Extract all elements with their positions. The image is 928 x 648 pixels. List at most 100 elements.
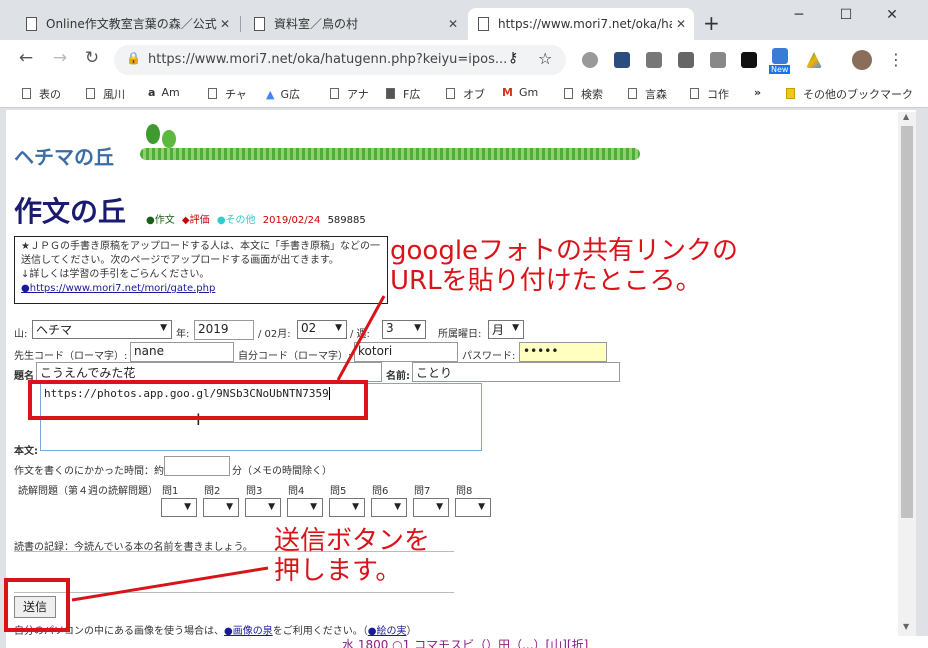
bookmark-item[interactable]: F広 bbox=[386, 86, 420, 102]
question-select[interactable]: ▼ bbox=[161, 498, 197, 517]
question-select[interactable]: ▼ bbox=[203, 498, 239, 517]
page-icon bbox=[22, 88, 31, 99]
address-bar[interactable]: 🔒 https://www.mori7.net/oka/hatugenn.php… bbox=[114, 45, 566, 75]
tab-2[interactable]: 資料室／鳥の村 ✕ bbox=[244, 8, 466, 40]
bookmark-item[interactable]: 風川 bbox=[86, 86, 125, 102]
bookmark-item[interactable]: オブ bbox=[446, 86, 485, 102]
time-input[interactable] bbox=[164, 456, 230, 476]
bookmark-item[interactable]: アナ bbox=[330, 86, 369, 102]
other-bookmarks-folder[interactable]: その他のブックマーク bbox=[786, 86, 913, 102]
year-input[interactable]: 2019 bbox=[194, 320, 254, 340]
yama-select[interactable]: ヘチマ ▼ bbox=[32, 320, 172, 339]
chevron-down-icon: ▼ bbox=[184, 502, 191, 512]
nav-sonota[interactable]: ●その他 bbox=[217, 215, 256, 226]
new-extension-icon[interactable] bbox=[772, 48, 788, 64]
nav-sakubun[interactable]: ●作文 bbox=[146, 215, 175, 226]
bookmark-item[interactable]: M Gm bbox=[502, 86, 538, 99]
page-icon bbox=[564, 88, 573, 99]
year-label: 年: bbox=[176, 329, 190, 340]
forward-icon[interactable]: → bbox=[48, 48, 72, 68]
essay-title-input[interactable]: こうえんでみた花 bbox=[36, 362, 382, 382]
bookmark-item[interactable]: a Am bbox=[148, 86, 180, 99]
page-icon bbox=[254, 17, 265, 31]
self-code-input[interactable]: kotori bbox=[354, 342, 458, 362]
title-bar: Online作文教室言葉の森／公式 ✕ 資料室／鳥の村 ✕ https://ww… bbox=[0, 0, 928, 40]
more-bookmarks-chevron[interactable]: » bbox=[754, 86, 761, 99]
teacher-code-input[interactable]: nane bbox=[130, 342, 234, 362]
month-select[interactable]: 02 ▼ bbox=[297, 320, 347, 339]
page-icon bbox=[446, 88, 455, 99]
password-input[interactable]: ••••• bbox=[519, 342, 607, 362]
question-label: 問5 bbox=[330, 486, 347, 497]
code-extension-icon[interactable] bbox=[710, 52, 726, 68]
star-icon[interactable]: ☆ bbox=[538, 49, 552, 68]
save-icon bbox=[386, 88, 395, 99]
bookmarks-bar: 表の 風川 a Am チャ ▲ G広 アナ F広 オブ M Gm 検索 言森 コ作 »… bbox=[0, 80, 928, 108]
new-tab-button[interactable]: + bbox=[703, 11, 720, 35]
question-select[interactable]: ▼ bbox=[287, 498, 323, 517]
minimize-button[interactable]: ─ bbox=[782, 4, 816, 26]
yama-label: 山: bbox=[14, 329, 28, 340]
maximize-button[interactable]: ☐ bbox=[829, 4, 863, 26]
close-window-button[interactable]: ✕ bbox=[875, 4, 909, 26]
tab-1[interactable]: Online作文教室言葉の森／公式 ✕ bbox=[16, 8, 238, 40]
play-extension-icon[interactable] bbox=[741, 52, 757, 68]
question-select[interactable]: ▼ bbox=[413, 498, 449, 517]
scroll-down-icon[interactable]: ▼ bbox=[903, 622, 909, 631]
extension-icon[interactable] bbox=[678, 52, 694, 68]
scroll-thumb[interactable] bbox=[901, 126, 913, 518]
key-icon[interactable]: ⚷ bbox=[508, 50, 518, 66]
question-select[interactable]: ▼ bbox=[455, 498, 491, 517]
week-select[interactable]: 3 ▼ bbox=[382, 320, 426, 339]
scrollbar[interactable]: ▲ ▼ bbox=[898, 112, 916, 636]
bookmark-extension-icon[interactable] bbox=[614, 52, 630, 68]
nav-hyoka[interactable]: ◆評価 bbox=[182, 215, 210, 226]
drive-icon[interactable] bbox=[806, 52, 822, 68]
question-select[interactable]: ▼ bbox=[371, 498, 407, 517]
amazon-icon: a bbox=[148, 86, 156, 99]
main-title: 作文の丘 bbox=[14, 195, 127, 228]
counter: 589885 bbox=[327, 215, 366, 226]
chevron-down-icon: ▼ bbox=[512, 323, 519, 333]
time-unit-label: 分（メモの時間除く） bbox=[232, 466, 332, 477]
avatar[interactable] bbox=[852, 50, 872, 70]
reading-label: 読解問題（第４週の読解問題） bbox=[18, 486, 158, 497]
weekday-label: 所属曜日: bbox=[438, 329, 482, 340]
back-icon[interactable]: ← bbox=[14, 48, 38, 68]
extension-icon[interactable] bbox=[582, 52, 598, 68]
footer-text: 自分のパソコンの中にある画像を使う場合は、●画像の泉をご利用ください。（●絵の実… bbox=[14, 626, 417, 637]
url-text: https://www.mori7.net/oka/hatugenn.php?k… bbox=[148, 52, 508, 67]
close-icon[interactable]: ✕ bbox=[671, 8, 686, 40]
page-icon bbox=[86, 88, 95, 99]
month-label: / 02月: bbox=[258, 329, 291, 340]
notice-link[interactable]: ●https://www.mori7.net/mori/gate.php bbox=[21, 282, 381, 296]
tree-decoration bbox=[162, 130, 176, 148]
weekday-select[interactable]: 月 ▼ bbox=[488, 320, 524, 339]
notice-line: ↓詳しくは学習の手引をごらんください。 bbox=[21, 269, 210, 280]
bookmark-item[interactable]: コ作 bbox=[690, 86, 729, 102]
bookmark-item[interactable]: チャ bbox=[208, 86, 247, 102]
menu-icon[interactable]: ⋮ bbox=[888, 50, 904, 69]
bookmark-item[interactable]: ▲ G広 bbox=[266, 86, 300, 102]
annotation-url-line2: URLを貼り付けたところ。 bbox=[390, 266, 702, 296]
name-label: 名前: bbox=[386, 371, 410, 382]
check-extension-icon[interactable] bbox=[646, 52, 662, 68]
close-icon[interactable]: ✕ bbox=[448, 8, 458, 40]
name-input[interactable]: ことり bbox=[412, 362, 620, 382]
question-label: 問2 bbox=[204, 486, 221, 497]
bookmark-item[interactable]: 表の bbox=[22, 86, 61, 102]
question-select[interactable]: ▼ bbox=[329, 498, 365, 517]
bookmark-item[interactable]: 言森 bbox=[628, 86, 667, 102]
bookmark-item[interactable]: 検索 bbox=[564, 86, 603, 102]
tab-3[interactable]: https://www.mori7.net/oka/hat ✕ bbox=[468, 8, 694, 40]
chevron-down-icon: ▼ bbox=[310, 502, 317, 512]
reload-icon[interactable]: ↻ bbox=[80, 48, 104, 68]
image-spring-link[interactable]: ●画像の泉 bbox=[224, 626, 273, 637]
url-highlight-box bbox=[28, 380, 368, 420]
scroll-up-icon[interactable]: ▲ bbox=[903, 112, 909, 121]
annotation-submit-line1: 送信ボタンを bbox=[274, 526, 431, 556]
tab-1-title: Online作文教室言葉の森／公式 bbox=[46, 17, 217, 31]
notice-line: 送信してください。次のページでアップロードする画面が出てきます。 bbox=[21, 255, 339, 266]
close-icon[interactable]: ✕ bbox=[220, 8, 230, 40]
question-select[interactable]: ▼ bbox=[245, 498, 281, 517]
